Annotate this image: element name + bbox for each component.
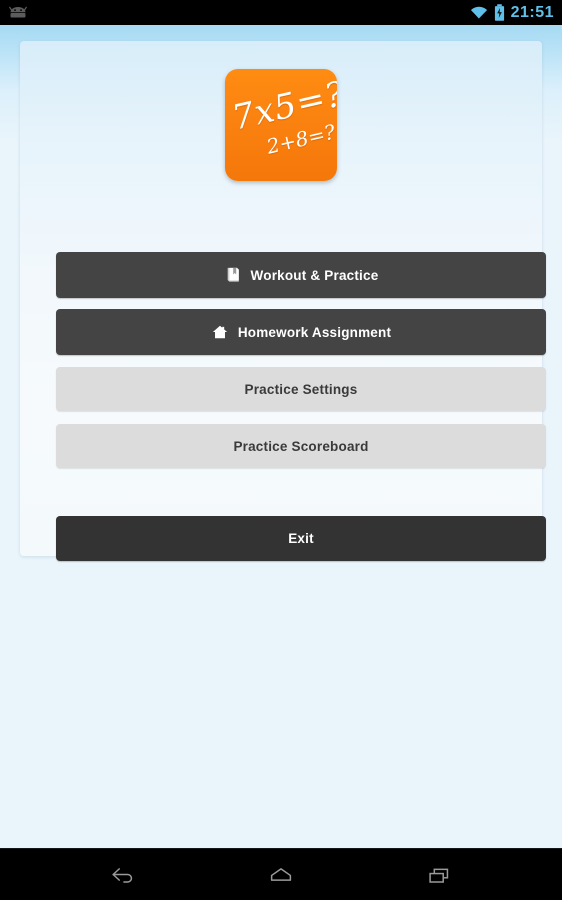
homework-assignment-label: Homework Assignment <box>237 324 392 340</box>
workout-and-practice-label: Workout & Practice <box>250 267 379 283</box>
recents-icon[interactable] <box>415 855 463 895</box>
exit-button[interactable]: Exit <box>56 516 546 561</box>
battery-charging-icon <box>494 4 505 21</box>
status-bar-clock: 21:51 <box>510 3 554 21</box>
android-robot-icon <box>8 5 28 21</box>
back-icon[interactable] <box>99 855 147 895</box>
app-icon-container: 7x5=? 2+8=? <box>225 69 337 181</box>
practice-scoreboard-button[interactable]: Practice Scoreboard <box>56 424 546 468</box>
workout-and-practice-button[interactable]: Workout & Practice <box>56 252 546 298</box>
notebook-icon <box>224 266 242 284</box>
status-bar: 21:51 <box>0 0 562 25</box>
math-app-icon: 7x5=? 2+8=? <box>225 69 337 181</box>
android-navigation-bar <box>0 848 562 900</box>
status-bar-left <box>8 5 28 21</box>
practice-settings-label: Practice Settings <box>244 381 358 397</box>
practice-settings-button[interactable]: Practice Settings <box>56 367 546 411</box>
wifi-icon <box>470 5 488 20</box>
practice-scoreboard-label: Practice Scoreboard <box>233 438 369 454</box>
status-bar-right: 21:51 <box>470 4 554 21</box>
main-menu-card: 7x5=? 2+8=? Workout & Practice Homework … <box>20 41 546 561</box>
homework-assignment-button[interactable]: Homework Assignment <box>56 309 546 355</box>
android-screen: 21:51 7x5=? 2+8=? Workout & Practice Hom… <box>0 0 562 900</box>
home-icon[interactable] <box>257 855 305 895</box>
exit-label: Exit <box>288 531 314 546</box>
house-icon <box>211 323 229 341</box>
